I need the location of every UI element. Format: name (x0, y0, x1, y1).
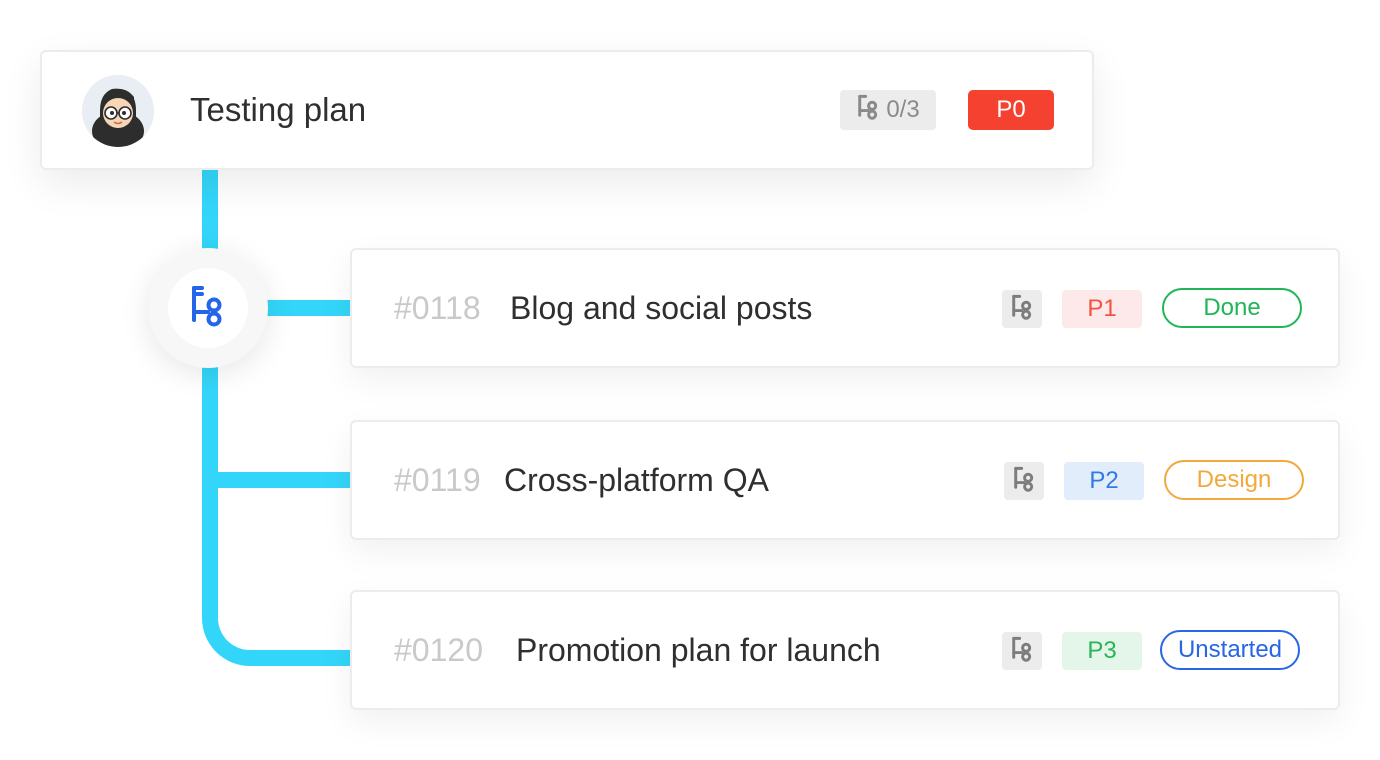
connector-branch-2 (210, 472, 352, 488)
priority-badge-p1[interactable]: P1 (1062, 290, 1142, 328)
status-badge-design[interactable]: Design (1164, 460, 1304, 500)
child-task-card-0118[interactable]: #0118 Blog and social posts P1 Done (350, 248, 1340, 368)
subtask-tree-icon (188, 284, 228, 333)
subtask-count-text: 0/3 (886, 96, 920, 123)
task-title[interactable]: Blog and social posts (510, 250, 812, 366)
subtask-button[interactable] (1004, 462, 1044, 500)
subtask-count-badge[interactable]: 0/3 (840, 90, 936, 130)
subtask-tree-icon (1012, 466, 1036, 497)
subtask-tree-icon (856, 94, 880, 127)
subtask-node (148, 248, 268, 368)
task-id: #0118 (394, 289, 481, 326)
task-title[interactable]: Cross-platform QA (504, 422, 769, 538)
priority-badge-p3[interactable]: P3 (1062, 632, 1142, 670)
task-id: #0119 (394, 461, 481, 498)
parent-task-card[interactable]: Testing plan 0/3 P0 (40, 50, 1094, 170)
priority-badge-p0[interactable]: P0 (968, 90, 1054, 130)
subtask-tree-icon (1010, 294, 1034, 325)
subtask-button[interactable] (1002, 632, 1042, 670)
subtask-tree-icon (1010, 636, 1034, 667)
subtask-button[interactable] (1002, 290, 1042, 328)
task-title[interactable]: Promotion plan for launch (516, 592, 881, 708)
priority-badge-p2[interactable]: P2 (1064, 462, 1144, 500)
status-badge-unstarted[interactable]: Unstarted (1160, 630, 1300, 670)
status-badge-done[interactable]: Done (1162, 288, 1302, 328)
user-avatar-icon (82, 75, 154, 147)
task-id: #0120 (394, 631, 483, 668)
user-avatar[interactable] (82, 75, 154, 147)
parent-task-title[interactable]: Testing plan (190, 52, 366, 168)
child-task-card-0119[interactable]: #0119 Cross-platform QA P2 Design (350, 420, 1340, 540)
connector-branch-3-curve (202, 560, 352, 666)
connector-vertical-top (202, 168, 218, 258)
child-task-card-0120[interactable]: #0120 Promotion plan for launch P3 Unsta… (350, 590, 1340, 710)
